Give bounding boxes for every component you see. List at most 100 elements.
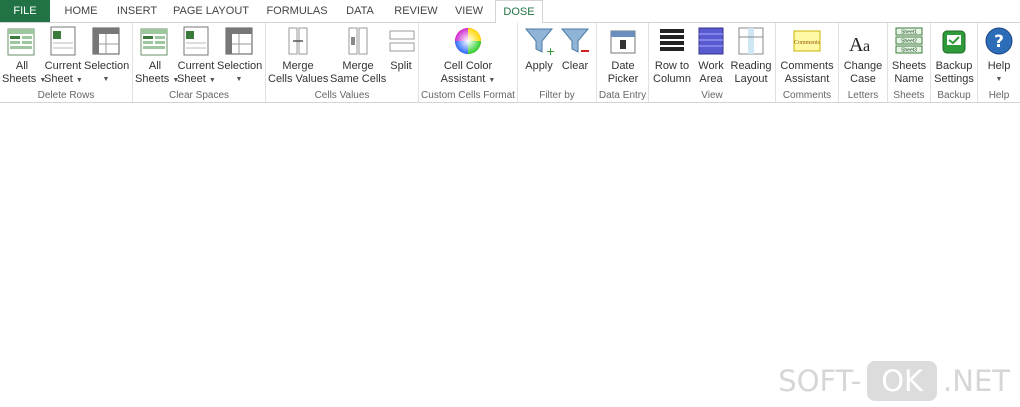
label: Sheets xyxy=(891,60,927,72)
svg-text:a: a xyxy=(863,38,870,55)
clear-spaces-all-sheets-button[interactable]: All Sheets ▼ xyxy=(135,25,179,87)
tab-formulas[interactable]: FORMULAS xyxy=(260,0,334,22)
group-help: ? Help ▼ Help xyxy=(978,23,1020,102)
tab-insert[interactable]: INSERT xyxy=(110,0,164,22)
group-filter-by: + Apply Clear Filter by xyxy=(518,23,597,102)
clear-spaces-selection-button[interactable]: Selection ▼ xyxy=(217,25,263,86)
label: Column xyxy=(653,73,691,85)
sheets-list-icon: Sheet1 Sheet2 Sheet3 xyxy=(895,27,923,54)
label: Sheets xyxy=(135,73,170,85)
filter-clear-button[interactable]: Clear xyxy=(558,25,592,73)
backup-icon xyxy=(942,30,966,54)
dropdown-arrow-icon: ▼ xyxy=(102,76,110,83)
tab-dose[interactable]: DOSE xyxy=(495,0,543,24)
cell-color-assistant-button[interactable]: Cell Color Assistant ▼ xyxy=(433,25,503,87)
tab-home[interactable]: HOME xyxy=(56,0,106,22)
tab-page-layout[interactable]: PAGE LAYOUT xyxy=(168,0,254,22)
group-label: Custom Cells Format xyxy=(421,90,515,101)
sheet-tab-label: Sheet2 xyxy=(901,39,917,45)
change-case-icon: A a xyxy=(849,34,870,56)
filter-apply-icon: + xyxy=(524,28,555,57)
ribbon: All Sheets ▼ Current Sheet ▼ Selection ▼ xyxy=(0,23,1020,103)
current-sheet-icon xyxy=(183,26,209,56)
all-sheets-icon xyxy=(140,28,168,56)
work-area-button[interactable]: Work Area xyxy=(695,25,727,86)
group-sheets: Sheet1 Sheet2 Sheet3 Sheets Name Sheets xyxy=(888,23,931,102)
date-picker-button[interactable]: Date Picker xyxy=(603,25,643,86)
backup-settings-button[interactable]: Backup Settings xyxy=(932,25,976,86)
label: Name xyxy=(894,73,924,85)
label: Current xyxy=(44,60,82,72)
sheet-tab-label: Sheet3 xyxy=(901,48,917,54)
label: Clear xyxy=(561,60,589,72)
clear-spaces-current-sheet-button[interactable]: Current Sheet ▼ xyxy=(177,25,216,87)
sheets-name-button[interactable]: Sheet1 Sheet2 Sheet3 Sheets Name xyxy=(890,25,928,86)
label: Row to xyxy=(654,60,690,72)
label: Same Cells xyxy=(330,73,387,85)
group-cells-values: Merge Cells Values Merge Same Cells Spli… xyxy=(266,23,419,102)
help-icon: ? xyxy=(985,27,1013,55)
label: Comments xyxy=(780,60,834,72)
delete-rows-current-sheet-button[interactable]: Current Sheet ▼ xyxy=(44,25,83,87)
group-label: Help xyxy=(988,90,1010,101)
label: Selection xyxy=(84,60,130,72)
label: Cells Values xyxy=(268,73,329,85)
ribbon-tabs: FILE HOME INSERT PAGE LAYOUT FORMULAS DA… xyxy=(0,0,1020,24)
group-label: Filter by xyxy=(539,90,575,101)
merge-same-cells-button[interactable]: Merge Same Cells xyxy=(330,25,386,86)
split-button[interactable]: Split xyxy=(386,25,416,73)
comments-assistant-button[interactable]: Comments Comments Assistant xyxy=(778,25,836,86)
row-to-column-button[interactable]: Row to Column xyxy=(651,25,693,86)
selection-icon xyxy=(225,27,253,55)
filter-apply-button[interactable]: + Apply xyxy=(522,25,556,73)
group-label: Cells Values xyxy=(314,90,370,101)
change-case-button[interactable]: A a Change Case xyxy=(842,25,884,86)
dropdown-arrow-icon: ▼ xyxy=(75,77,83,84)
label: Split xyxy=(390,60,412,72)
delete-rows-all-sheets-button[interactable]: All Sheets ▼ xyxy=(2,25,46,87)
label: Change xyxy=(843,60,883,72)
label: Selection xyxy=(217,60,263,72)
merge-cells-icon xyxy=(288,27,308,55)
group-view: Row to Column Work Area Reading Layout V… xyxy=(649,23,776,102)
sheet-tab-label: Sheet1 xyxy=(901,30,917,36)
label: Settings xyxy=(934,73,974,85)
tab-file[interactable]: FILE xyxy=(0,0,50,22)
tab-view[interactable]: VIEW xyxy=(448,0,490,22)
group-label: Comments xyxy=(782,90,832,101)
label: Date xyxy=(611,60,635,72)
label: Reading xyxy=(730,60,772,72)
label: Sheets xyxy=(2,73,37,85)
group-letters: A a Change Case Letters xyxy=(839,23,888,102)
comment-note-icon-text: Comments xyxy=(794,40,821,46)
svg-text:A: A xyxy=(849,34,864,56)
dropdown-arrow-icon: ▼ xyxy=(208,77,216,84)
label: Merge xyxy=(282,60,314,72)
group-label: Delete Rows xyxy=(37,90,95,101)
tab-data[interactable]: DATA xyxy=(338,0,382,22)
all-sheets-icon xyxy=(7,28,35,56)
group-backup: Backup Settings Backup xyxy=(931,23,978,102)
filter-clear-icon xyxy=(560,28,590,53)
comment-note-icon: Comments xyxy=(793,30,821,52)
group-label: Data Entry xyxy=(598,90,647,101)
label: Area xyxy=(699,73,723,85)
help-button[interactable]: ? Help ▼ xyxy=(980,25,1018,86)
merge-cells-values-button[interactable]: Merge Cells Values xyxy=(268,25,328,86)
label: Sheet xyxy=(177,73,206,85)
tab-review[interactable]: REVIEW xyxy=(388,0,444,22)
reading-layout-button[interactable]: Reading Layout xyxy=(729,25,773,86)
current-sheet-icon xyxy=(50,26,76,56)
label: Work xyxy=(698,60,724,72)
group-label: Sheets xyxy=(893,90,925,101)
dropdown-arrow-icon: ▼ xyxy=(235,76,243,83)
reading-layout-icon xyxy=(738,27,764,55)
label: Cell Color xyxy=(443,60,493,72)
delete-rows-selection-button[interactable]: Selection ▼ xyxy=(84,25,130,86)
label: Apply xyxy=(525,60,553,72)
group-label: Clear Spaces xyxy=(168,90,230,101)
label: Help xyxy=(987,60,1011,72)
svg-text:?: ? xyxy=(994,32,1004,52)
watermark-right: .NET xyxy=(943,364,1010,398)
label: Current xyxy=(177,60,215,72)
